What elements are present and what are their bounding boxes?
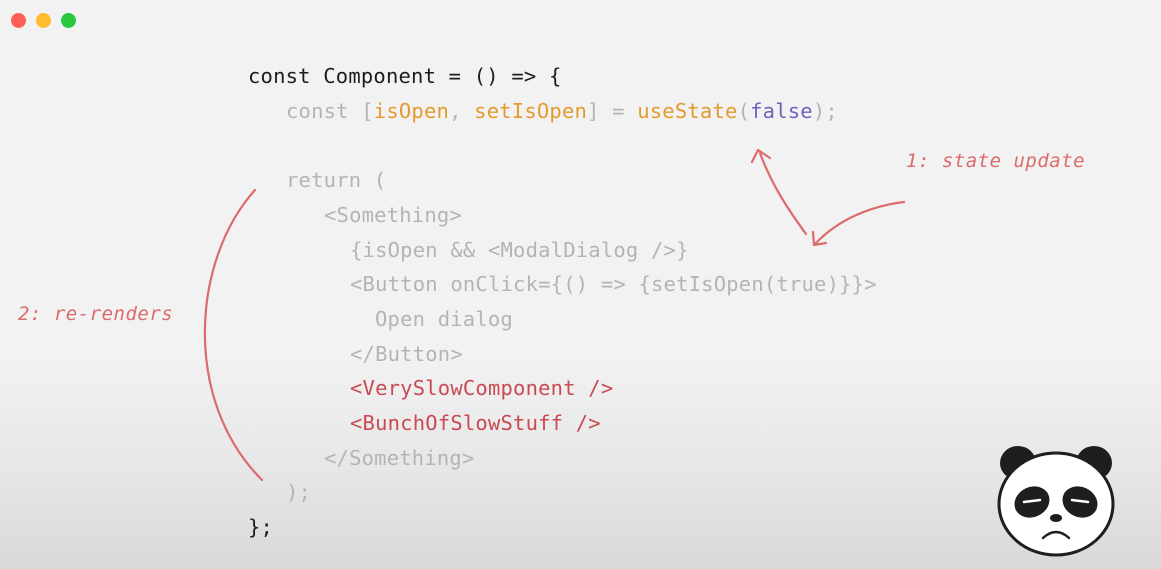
sad-panda-icon [997, 446, 1115, 557]
panda-nose [1050, 514, 1062, 522]
